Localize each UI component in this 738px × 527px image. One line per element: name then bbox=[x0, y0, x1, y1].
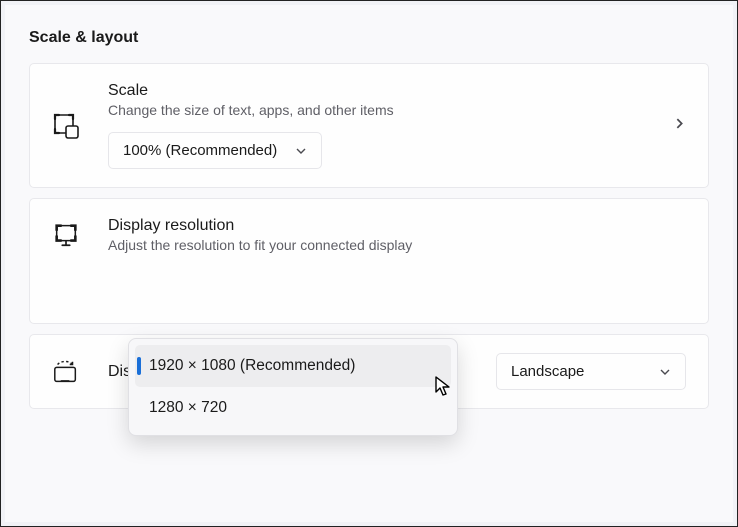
resolution-dropdown-open[interactable]: 1920 × 1080 (Recommended) 1280 × 720 bbox=[128, 338, 458, 436]
cursor-icon bbox=[435, 376, 453, 403]
chevron-right-icon[interactable] bbox=[673, 117, 686, 135]
scale-select[interactable]: 100% (Recommended) bbox=[108, 132, 322, 169]
resolution-option-1-label: 1920 × 1080 (Recommended) bbox=[149, 357, 355, 375]
scale-selected-value: 100% (Recommended) bbox=[123, 142, 277, 159]
resolution-title: Display resolution bbox=[108, 217, 686, 235]
scale-icon bbox=[52, 112, 80, 140]
orientation-selected-value: Landscape bbox=[511, 363, 584, 380]
chevron-down-icon bbox=[295, 145, 307, 157]
chevron-down-icon bbox=[659, 366, 671, 378]
section-title: Scale & layout bbox=[29, 29, 709, 47]
resolution-icon bbox=[52, 221, 80, 249]
resolution-option-1[interactable]: 1920 × 1080 (Recommended) bbox=[135, 345, 451, 387]
resolution-card: Display resolution Adjust the resolution… bbox=[29, 198, 709, 324]
resolution-option-2[interactable]: 1280 × 720 bbox=[135, 387, 451, 429]
resolution-option-2-label: 1280 × 720 bbox=[149, 399, 227, 417]
orientation-select[interactable]: Landscape bbox=[496, 353, 686, 390]
orientation-icon bbox=[52, 358, 80, 386]
scale-title: Scale bbox=[108, 82, 686, 100]
scale-subtitle: Change the size of text, apps, and other… bbox=[108, 102, 686, 118]
resolution-subtitle: Adjust the resolution to fit your connec… bbox=[108, 237, 686, 253]
scale-card[interactable]: Scale Change the size of text, apps, and… bbox=[29, 63, 709, 188]
